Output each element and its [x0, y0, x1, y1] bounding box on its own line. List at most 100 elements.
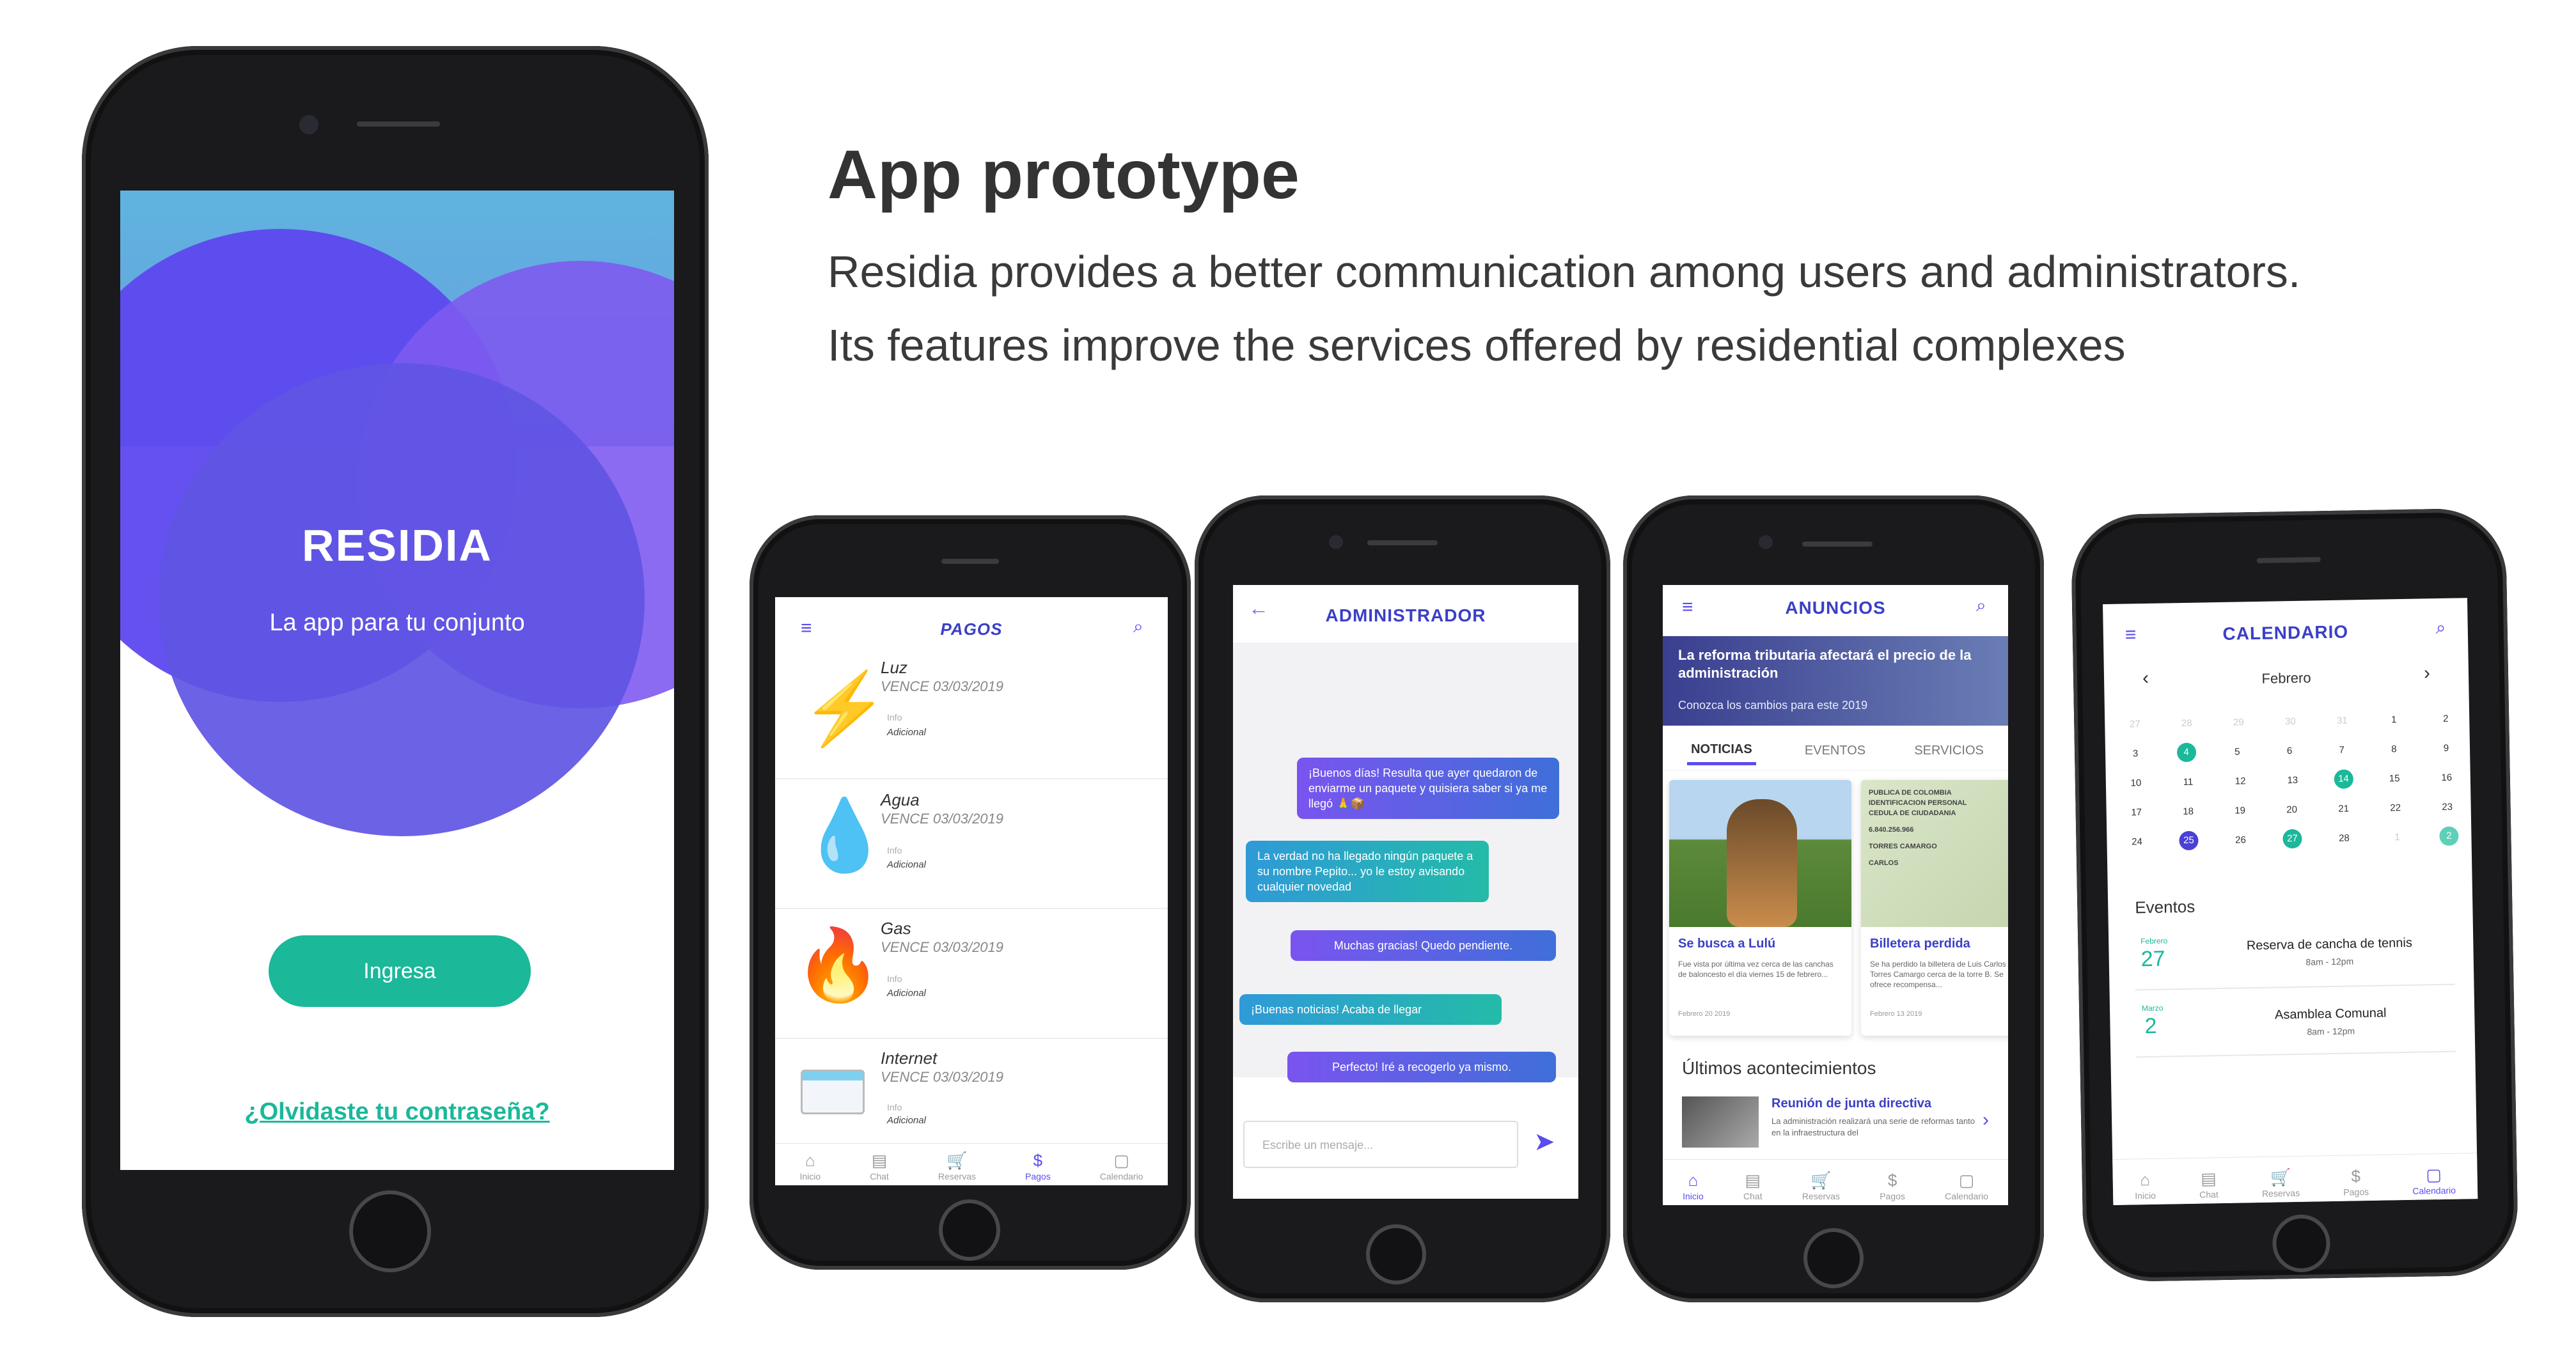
tab-services[interactable]: SERVICIOS	[1914, 744, 1984, 758]
tab-chat[interactable]: ▤ Chat	[1743, 1171, 1763, 1201]
tab-chat[interactable]: ▤ Chat	[2199, 1169, 2219, 1199]
calendar-day[interactable]: 1	[2386, 831, 2408, 843]
page-title: PAGOS	[940, 619, 1003, 639]
latest-item[interactable]: Reunión de junta directiva La administra…	[1682, 1096, 2002, 1148]
tab-calendar[interactable]: ▢ Calendario	[2412, 1165, 2456, 1196]
calendar-day[interactable]: 15	[2384, 772, 2405, 784]
calendar-day[interactable]: 2	[2435, 713, 2456, 724]
calendar-day[interactable]: 12	[2229, 776, 2251, 787]
calendar-day[interactable]: 30	[2279, 715, 2301, 727]
menu-icon[interactable]: ≡	[1682, 596, 1693, 618]
send-icon[interactable]: ➤	[1534, 1127, 1555, 1157]
speaker	[941, 559, 999, 564]
calendar-day[interactable]: 21	[2333, 803, 2355, 815]
login-button[interactable]: Ingresa	[269, 935, 531, 1007]
calendar-day[interactable]: 3	[2124, 748, 2146, 760]
next-month-icon[interactable]: ›	[2424, 662, 2431, 684]
tab-home[interactable]: ⌂ Inicio	[1683, 1171, 1704, 1201]
calendar-day[interactable]: 7	[2331, 744, 2353, 756]
calendar-day[interactable]: 17	[2126, 807, 2148, 818]
card-date: Febrero 13 2019	[1870, 1010, 1922, 1018]
news-card[interactable]: Se busca a Lulú Fue vista por última vez…	[1669, 780, 1851, 1036]
brand-name: RESIDIA	[302, 520, 492, 570]
calendar-day[interactable]: 8	[2383, 743, 2405, 754]
calendar-day[interactable]: 20	[2281, 804, 2303, 815]
tab-payments[interactable]: $ Pagos	[2343, 1166, 2369, 1197]
page-title: ANUNCIOS	[1785, 598, 1886, 618]
chat-icon: ▤	[1745, 1171, 1761, 1190]
calendar-day[interactable]: 24	[2126, 836, 2148, 847]
tab-news[interactable]: NOTICIAS	[1687, 737, 1756, 765]
tab-calendar[interactable]: ▢ Calendario	[1100, 1151, 1143, 1181]
calendar-day[interactable]: 28	[2176, 717, 2197, 729]
featured-banner[interactable]: La reforma tributaria afectará el precio…	[1663, 636, 2008, 726]
forgot-password-link[interactable]: ¿Olvidaste tu contraseña?	[120, 1098, 674, 1126]
search-icon[interactable]: ⌕	[2435, 618, 2446, 639]
calendar-day[interactable]: 18	[2178, 806, 2199, 817]
calendar-day[interactable]: 1	[2383, 713, 2405, 725]
event-item[interactable]: Febrero 27 Reserva de cancha de tennis 8…	[2133, 927, 2455, 991]
calendar-day-event[interactable]: 14	[2334, 769, 2353, 789]
tab-calendar[interactable]: ▢ Calendario	[1945, 1171, 1988, 1201]
calendar-day[interactable]: 11	[2177, 776, 2199, 788]
calendar-day[interactable]: 10	[2125, 777, 2147, 789]
menu-icon[interactable]: ≡	[801, 618, 812, 639]
payments-screen: PAGOS ≡ ⌕ ⚡ Luz VENCE 03/03/2019 Info Ad…	[775, 597, 1168, 1185]
calendar-day[interactable]: 31	[2331, 715, 2353, 726]
calendar-day[interactable]: 23	[2436, 801, 2458, 813]
composer: Escribe un mensaje... ➤	[1233, 1103, 1578, 1199]
list-item[interactable]: 🔥 Gas VENCE 03/03/2019 Info Adicional	[775, 911, 1168, 1039]
bill-due: VENCE 03/03/2019	[881, 678, 1004, 694]
event-item[interactable]: Marzo 2 Asamblea Comunal 8am - 12pm	[2135, 994, 2456, 1058]
news-screen: ANUNCIOS ≡ ⌕ La reforma tributaria afect…	[1663, 585, 2008, 1205]
bill-extra: Adicional	[887, 859, 926, 870]
bill-info: Info	[887, 712, 902, 722]
search-icon[interactable]: ⌕	[1976, 595, 1986, 616]
calendar-day-event[interactable]: 4	[2176, 742, 2196, 763]
fire-icon: 🔥	[794, 926, 882, 1004]
list-item[interactable]: ⚡ Luz VENCE 03/03/2019 Info Adicional	[775, 651, 1168, 779]
calendar-day-event[interactable]: 27	[2282, 829, 2302, 849]
chat-icon: ▤	[2200, 1169, 2217, 1189]
tab-home[interactable]: ⌂ Inicio	[2135, 1170, 2156, 1201]
search-icon[interactable]: ⌕	[1133, 616, 1143, 637]
calendar-day[interactable]: 28	[2333, 832, 2355, 844]
calendar-day[interactable]: 6	[2279, 745, 2300, 756]
login-screen: RESIDIA La app para tu conjunto Ingresa …	[120, 191, 674, 1170]
tab-payments[interactable]: $ Pagos	[1880, 1171, 1905, 1201]
calendar-day-event[interactable]: 2	[2439, 826, 2459, 846]
tab-chat[interactable]: ▤ Chat	[870, 1151, 889, 1181]
calendar-day[interactable]: 22	[2384, 802, 2406, 813]
list-item[interactable]: 💧 Agua VENCE 03/03/2019 Info Adicional	[775, 781, 1168, 909]
calendar-day[interactable]: 9	[2435, 742, 2457, 754]
menu-icon[interactable]: ≡	[2125, 624, 2137, 646]
page-title: App prototype	[828, 136, 1300, 213]
list-item[interactable]: Internet VENCE 03/03/2019 Info Adicional	[775, 1041, 1168, 1137]
tab-bookings[interactable]: 🛒 Reservas	[2261, 1167, 2300, 1199]
event-month: Febrero	[2140, 936, 2168, 946]
tab-home[interactable]: ⌂ Inicio	[800, 1151, 821, 1181]
calendar-day[interactable]: 19	[2229, 805, 2251, 816]
chevron-right-icon[interactable]: ›	[1983, 1109, 1989, 1131]
latest-text: La administración realizará una serie de…	[1771, 1116, 1975, 1137]
tab-events[interactable]: EVENTOS	[1805, 744, 1865, 758]
message-input[interactable]: Escribe un mensaje...	[1243, 1121, 1518, 1168]
calendar-day[interactable]: 27	[2124, 719, 2146, 730]
dollar-icon: $	[2351, 1166, 2361, 1186]
tab-payments[interactable]: $ Pagos	[1025, 1151, 1051, 1181]
calendar-day[interactable]: 5	[2226, 746, 2248, 758]
calendar-day[interactable]: 26	[2229, 834, 2251, 846]
event-title: Asamblea Comunal	[2274, 1006, 2387, 1022]
calendar-day[interactable]: 16	[2436, 772, 2458, 783]
calendar-day-today[interactable]: 25	[2179, 830, 2199, 851]
news-card[interactable]: PUBLICA DE COLOMBIA IDENTIFICACION PERSO…	[1861, 780, 2008, 1036]
calendar-day[interactable]: 13	[2282, 774, 2304, 786]
description-line-1: Residia provides a better communication …	[828, 247, 2301, 297]
calendar-icon: ▢	[1958, 1171, 1975, 1190]
browser-icon	[801, 1070, 865, 1114]
tab-bookings[interactable]: 🛒 Reservas	[1802, 1171, 1840, 1201]
tab-bar: ⌂ Inicio ▤ Chat 🛒 Reservas $ Pagos ▢ Calendar…	[2112, 1153, 2478, 1206]
tab-bookings[interactable]: 🛒 Reservas	[938, 1151, 976, 1181]
calendar-day[interactable]: 29	[2227, 717, 2249, 728]
card-text: Se ha perdido la billetera de Luis Carlo…	[1870, 960, 2006, 989]
